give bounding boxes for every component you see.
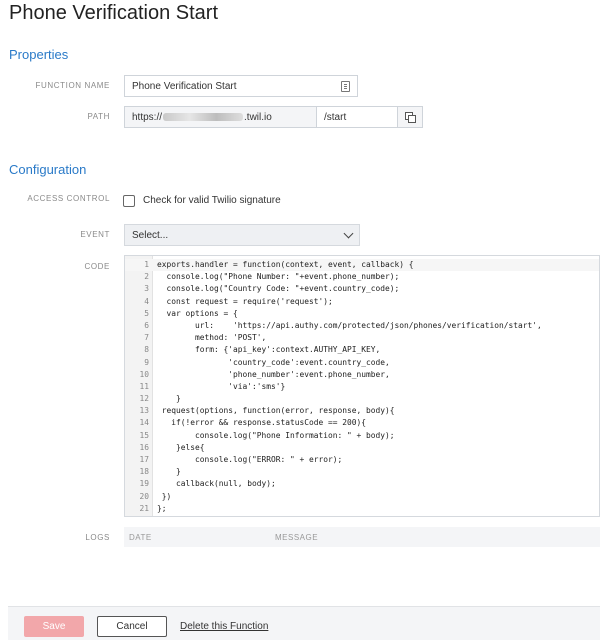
chevron-down-icon [343,228,354,238]
code-line: 11 'via':'sms'} [125,381,599,393]
line-number: 1 [144,260,149,269]
event-select[interactable]: Select... [124,224,360,246]
valid-signature-checkbox[interactable] [123,195,135,207]
configuration-heading: Configuration [9,162,87,177]
path-subpath: /start [324,111,347,123]
path-input[interactable]: /start [316,106,398,128]
line-number: 18 [139,467,149,477]
line-number: 14 [139,418,149,428]
path-prefix: https:// [132,111,163,123]
code-line: 5 var options = { [125,308,599,320]
code-line: 13 request(options, function(error, resp… [125,405,599,417]
code-text: 'via':'sms'} [157,381,286,391]
cancel-button[interactable]: Cancel [97,616,167,637]
code-text: request(options, function(error, respons… [157,406,395,416]
code-text: console.log("Phone Information: " + body… [157,430,395,440]
code-line: 6 url: 'https://api.authy.com/protected/… [125,320,599,332]
code-line: 15 console.log("Phone Information: " + b… [125,430,599,442]
path-domain-suffix: .twil.io [244,111,272,123]
code-line: 3 console.log("Country Code: "+event.cou… [125,283,599,295]
code-text: }else{ [157,442,205,452]
code-text: }; [157,503,167,513]
code-text: exports.handler = function(context, even… [157,260,414,269]
line-number: 3 [144,284,149,294]
line-number: 6 [144,320,149,330]
code-text: }) [157,491,172,501]
code-line: 2 console.log("Phone Number: "+event.pho… [125,271,599,283]
document-icon [341,80,350,92]
line-number: 16 [139,442,149,452]
code-line: 8 form: {'api_key':context.AUTHY_API_KEY… [125,344,599,356]
line-number: 21 [139,503,149,513]
line-number: 8 [144,345,149,355]
code-text: console.log("Phone Number: "+event.phone… [157,272,400,282]
code-line: 18 } [125,466,599,478]
code-line: 20 }) [125,491,599,503]
code-text: console.log("ERROR: " + error); [157,455,343,464]
code-text: url: 'https://api.authy.com/protected/js… [157,320,542,330]
code-text: 'phone_number':event.phone_number, [157,369,390,379]
code-line: 7 method: 'POST', [125,332,599,344]
event-label: EVENT [80,230,110,239]
line-number: 10 [139,369,149,379]
properties-heading: Properties [9,47,69,62]
valid-signature-label[interactable]: Check for valid Twilio signature [143,195,281,206]
code-line: 14 if(!error && response.statusCode == 2… [125,417,599,429]
function-name-value: Phone Verification Start [132,80,237,92]
access-control-label: ACCESS CONTROL [27,194,110,203]
line-number: 19 [139,479,149,489]
event-selected-value: Select... [132,229,169,241]
code-label: CODE [84,262,110,271]
code-text: } [157,394,181,404]
code-line: 1 exports.handler = function(context, eve… [125,259,599,272]
code-text: const request = require('request'); [157,296,333,306]
code-line: 17 console.log("ERROR: " + error); [125,454,599,466]
code-text: var options = { [157,308,238,318]
line-number: 20 [139,491,149,501]
page-title: Phone Verification Start [9,2,219,24]
code-line: 12 } [125,393,599,405]
code-line: 9 'country_code':event.country_code, [125,357,599,369]
logs-column-date: DATE [129,532,152,542]
copy-path-button[interactable] [397,106,423,128]
logs-column-message: MESSAGE [275,532,319,542]
line-number: 2 [144,272,149,282]
redacted-domain [163,113,244,121]
function-name-label: FUNCTION NAME [35,81,110,90]
line-number: 4 [144,296,149,306]
line-number: 15 [139,430,149,440]
path-domain-field: https:// .twil.io [124,106,317,128]
copy-icon [405,112,416,123]
line-number: 17 [139,455,149,464]
code-editor[interactable]: 1 exports.handler = function(context, eve… [124,255,600,517]
code-text: form: {'api_key':context.AUTHY_API_KEY, [157,345,381,355]
code-text: console.log("Country Code: "+event.count… [157,284,400,294]
code-line: 4 const request = require('request'); [125,296,599,308]
line-number: 13 [139,406,149,416]
line-number: 11 [139,381,149,391]
code-line: 21}; [125,503,599,515]
delete-function-link[interactable]: Delete this Function [180,616,268,637]
code-text: callback(null, body); [157,479,276,489]
line-number: 5 [144,308,149,318]
line-number: 9 [144,357,149,367]
code-line: 10 'phone_number':event.phone_number, [125,369,599,381]
path-label: PATH [87,112,110,121]
line-number: 7 [144,333,149,343]
function-name-input[interactable]: Phone Verification Start [124,75,358,97]
line-number: 12 [139,394,149,404]
logs-label: LOGS [85,533,110,542]
code-lines: 1 exports.handler = function(context, eve… [125,259,599,515]
code-text: if(!error && response.statusCode == 200)… [157,418,367,428]
code-line: 19 callback(null, body); [125,478,599,490]
code-text: method: 'POST', [157,333,267,343]
logs-table-header: DATE MESSAGE [124,527,600,547]
code-text: } [157,467,181,477]
code-line: 16 }else{ [125,442,599,454]
code-text: 'country_code':event.country_code, [157,357,390,367]
save-button[interactable]: Save [24,616,84,637]
